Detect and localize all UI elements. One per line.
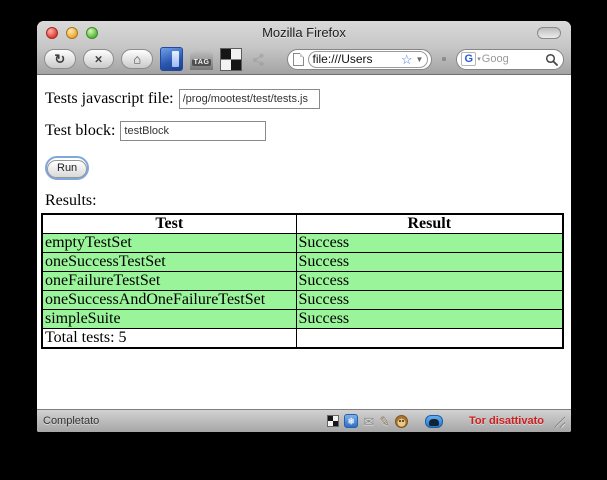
results-table: Test Result emptyTestSet Success oneSucc…: [41, 213, 564, 350]
header-result: Result: [295, 213, 564, 235]
status-bar: Completato ❄ ✉ ✎ Tor disattivato: [37, 409, 571, 432]
table-row: emptyTestSet Success: [41, 233, 564, 254]
block-form-row: Test block:: [45, 121, 563, 141]
page-favicon: [292, 52, 304, 66]
file-input[interactable]: [178, 89, 320, 109]
google-engine-icon[interactable]: G: [461, 52, 477, 66]
traffic-lights: [46, 27, 98, 39]
stop-icon: ×: [94, 51, 103, 66]
window-title: Mozilla Firefox: [262, 25, 346, 40]
share-link-icon: [252, 53, 264, 66]
header-test: Test: [41, 213, 297, 235]
search-box[interactable]: G ▾ Goog: [456, 48, 564, 70]
window-header: Mozilla Firefox ↻ × ⌂ TAG file:///Users: [37, 21, 571, 75]
statusbar-extension-icons: ❄ ✉ ✎: [327, 413, 444, 430]
table-row: simpleSuite Success: [41, 309, 564, 330]
cell-test: emptyTestSet: [41, 233, 297, 254]
footer-empty-cell: [295, 328, 564, 349]
search-engine-dropdown-icon[interactable]: ▾: [477, 55, 481, 63]
magnifier-icon[interactable]: [545, 53, 558, 66]
cell-result: Success: [295, 271, 564, 292]
toolbar-toggle-button[interactable]: [537, 27, 561, 39]
url-input[interactable]: file:///Users ☆ ▼: [307, 50, 429, 68]
reload-icon: ↻: [54, 51, 66, 66]
greasemonkey-icon[interactable]: [395, 414, 409, 428]
page-content: Tests javascript file: Test block: Run R…: [37, 75, 571, 409]
checkerboard-status-icon[interactable]: [327, 415, 340, 427]
cell-result: Success: [295, 309, 564, 330]
file-label: Tests javascript file:: [45, 90, 174, 107]
url-bar[interactable]: file:///Users ☆ ▼: [286, 48, 433, 70]
url-dropdown-icon[interactable]: ▼: [416, 55, 424, 64]
table-row: oneSuccessAndOneFailureTestSet Success: [41, 290, 564, 311]
results-label: Results:: [45, 192, 97, 210]
cell-result: Success: [295, 233, 564, 254]
block-label: Test block:: [45, 122, 116, 139]
bookmark-star-icon[interactable]: ☆: [401, 53, 413, 66]
home-icon: ⌂: [133, 51, 142, 66]
browser-window: Mozilla Firefox ↻ × ⌂ TAG file:///Users: [37, 21, 571, 432]
total-tests-cell: Total tests: 5: [41, 328, 297, 349]
cell-result: Success: [295, 290, 564, 311]
cell-result: Success: [295, 252, 564, 273]
snowflake-icon[interactable]: ❄: [344, 414, 359, 428]
tor-status-text[interactable]: Tor disattivato: [469, 415, 544, 427]
table-row: oneFailureTestSet Success: [41, 271, 564, 292]
table-footer-row: Total tests: 5: [41, 328, 564, 349]
url-text: file:///Users: [312, 52, 373, 66]
toolbar-splitter[interactable]: [442, 57, 447, 61]
title-bar[interactable]: Mozilla Firefox: [37, 21, 571, 44]
cell-test: oneSuccessAndOneFailureTestSet: [41, 290, 297, 311]
cell-test: oneFailureTestSet: [41, 271, 297, 292]
stop-button[interactable]: ×: [82, 49, 115, 69]
run-button[interactable]: Run: [47, 160, 88, 179]
table-header-row: Test Result: [41, 213, 564, 235]
cell-test: simpleSuite: [41, 309, 297, 330]
minimize-window-button[interactable]: [66, 27, 78, 39]
table-row: oneSuccessTestSet Success: [41, 252, 564, 273]
tag-icon-label: TAG: [191, 59, 212, 66]
status-text: Completato: [43, 415, 100, 427]
block-input[interactable]: [120, 121, 267, 141]
navigation-toolbar: ↻ × ⌂ TAG file:///Users ☆ ▼ G ▾ Goog: [37, 44, 571, 74]
reload-button[interactable]: ↻: [44, 49, 76, 69]
zoom-window-button[interactable]: [86, 27, 98, 39]
mail-icon[interactable]: ✉: [363, 415, 374, 428]
home-button[interactable]: ⌂: [121, 49, 154, 69]
close-window-button[interactable]: [46, 27, 58, 39]
file-form-row: Tests javascript file:: [45, 89, 563, 109]
checkerboard-icon[interactable]: [220, 47, 243, 71]
search-input-text: Goog: [481, 53, 509, 65]
resize-grip[interactable]: [552, 414, 565, 428]
run-button-focus-ring: Run: [45, 156, 90, 181]
pencil-icon[interactable]: ✎: [378, 413, 391, 430]
results-table-body: emptyTestSet Success oneSuccessTestSet S…: [41, 233, 564, 330]
proxy-status-icon[interactable]: [425, 414, 444, 428]
tag-icon[interactable]: TAG: [190, 48, 214, 70]
sidebar-panel-icon[interactable]: [160, 47, 184, 71]
cell-test: oneSuccessTestSet: [41, 252, 297, 273]
